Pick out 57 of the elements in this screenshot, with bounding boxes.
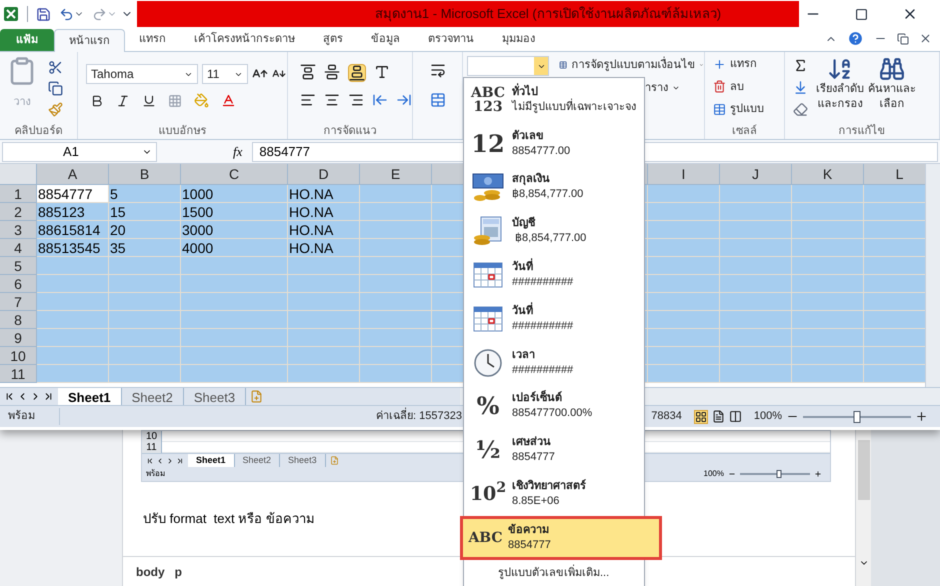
table-cell: HO.NA <box>288 185 360 203</box>
table-cell: 3000 <box>181 221 288 239</box>
format-symbol: % <box>476 394 500 418</box>
format-sample: ฿8,854,777.00 <box>512 187 584 202</box>
table-cell: 1500 <box>181 203 288 221</box>
table-cell: 4000 <box>181 239 288 257</box>
status-text: พร้อม <box>145 468 166 480</box>
format-name: เชิงวิทยาศาสตร์ <box>512 479 586 494</box>
table-cell: 88513545 <box>37 239 109 257</box>
format-name: ทั่วไป <box>512 84 636 100</box>
format-name: ข้อความ <box>508 522 550 538</box>
format-name: ตัวเลข <box>512 128 545 144</box>
format-symbol: ABC 123 <box>470 86 506 114</box>
format-sample: ########## <box>512 362 574 378</box>
format-symbol: ABC <box>468 530 503 545</box>
format-sample: ########## <box>512 318 574 334</box>
table-cell: 35 <box>109 239 181 257</box>
format-sample: ฿8,854,777.00 <box>514 231 586 246</box>
format-name: สกุลเงิน <box>512 172 551 188</box>
zoom-level: 100% <box>754 409 782 424</box>
table-cell: 20 <box>109 221 181 239</box>
table-cell: HO.NA <box>288 221 360 239</box>
group-label: เซลล์ <box>731 124 758 139</box>
group-label: แบบอักษร <box>158 124 208 139</box>
sum-readout: 78834 <box>651 409 682 424</box>
table-cell: 88615814 <box>37 221 109 239</box>
format-sample: 8854777 <box>512 450 555 466</box>
format-sample: 885477700.00% <box>512 406 592 422</box>
status-text: พร้อม <box>0 408 60 425</box>
format-name: เปอร์เซ็นต์ <box>512 391 563 406</box>
group-label: คลิปบอร์ด <box>14 124 64 139</box>
group-label: การจัดแนว <box>322 124 378 139</box>
format-sample: 8.85E+06 <box>512 494 560 510</box>
average-readout: ค่าเฉลี่ย: 1557323 <box>376 408 462 425</box>
table-cell: 885123 <box>37 203 109 221</box>
format-name: วันที่ <box>512 304 574 319</box>
table-cell: 5 <box>109 185 181 203</box>
row-header: 11 <box>142 442 162 453</box>
format-name: เวลา <box>512 348 536 363</box>
format-name: เศษส่วน <box>512 435 552 450</box>
table-cell: 1000 <box>181 185 288 203</box>
format-sample: ไม่มีรูปแบบที่เฉพาะเจาะจง <box>512 100 636 115</box>
format-sample: ########## <box>512 275 574 290</box>
window-title: สมุดงาน1 - Microsoft Excel (การเปิดใช้งานผลิตภัณฑ์ล้มเหลว) <box>374 5 722 24</box>
row-header: 10 <box>142 431 162 442</box>
table-cell: HO.NA <box>288 203 360 221</box>
zoom-level: 100% <box>704 468 724 480</box>
format-name: วันที่ <box>512 260 574 276</box>
table-cell: 15 <box>109 203 181 221</box>
format-symbol: 12 <box>471 132 505 156</box>
format-sample: 8854777.00 <box>512 144 570 159</box>
table-cell: HO.NA <box>288 239 360 257</box>
format-symbol: ½ <box>475 438 501 462</box>
group-label: การแก้ไข <box>838 123 886 139</box>
table-cell: 8854777 <box>37 185 109 203</box>
format-sample: 8854777 <box>508 538 551 553</box>
format-name: บัญชี <box>512 216 536 232</box>
